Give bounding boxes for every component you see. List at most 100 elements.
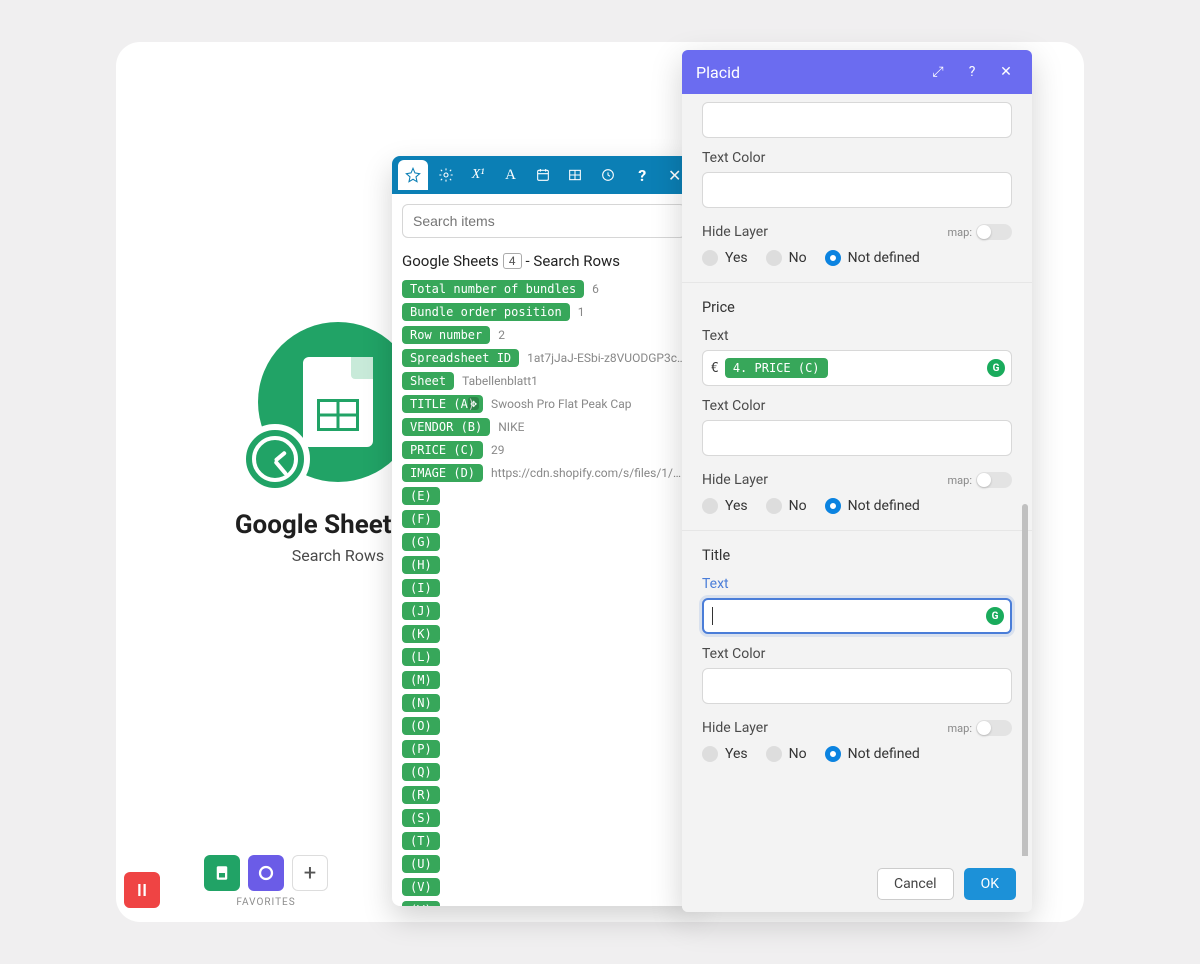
cancel-button[interactable]: Cancel	[877, 868, 954, 900]
variable-pill[interactable]: (I)	[402, 579, 440, 597]
radio-notdef-0[interactable]: Not defined	[825, 250, 920, 266]
label-text-color-title: Text Color	[702, 646, 1012, 662]
top-text-input[interactable]	[702, 102, 1012, 138]
variable-pill[interactable]: (T)	[402, 832, 440, 850]
variable-pill[interactable]: Row number	[402, 326, 490, 344]
picker-row: Bundle order position1	[402, 301, 686, 322]
variable-pill[interactable]: TITLE (A)	[402, 395, 483, 413]
variable-pill[interactable]: VENDOR (B)	[402, 418, 490, 436]
variable-value: 1at7jJaJ-ESbi-z8VUODGP3cWM…	[527, 351, 686, 365]
label-text-color-0: Text Color	[702, 150, 1012, 166]
variable-pill[interactable]: (H)	[402, 556, 440, 574]
radio-no-price[interactable]: No	[766, 498, 807, 514]
group-price: Price	[702, 299, 1012, 316]
label-hide-title: Hide Layer	[702, 720, 768, 736]
picker-tab-functions[interactable]	[593, 160, 623, 190]
expand-icon[interactable]: ⤢	[926, 64, 950, 80]
ok-button[interactable]: OK	[964, 868, 1016, 900]
picker-tab-math[interactable]: X¹	[463, 160, 493, 190]
map-toggle-0[interactable]	[976, 224, 1012, 240]
price-chip[interactable]: 4. PRICE (C)	[725, 358, 828, 378]
radio-notdef-price[interactable]: Not defined	[825, 498, 920, 514]
variable-pill[interactable]: (W)	[402, 901, 440, 907]
bottom-bar: + FAVORITES	[124, 855, 328, 908]
picker-tab-gear[interactable]	[430, 160, 460, 190]
scrollbar[interactable]	[1022, 504, 1028, 856]
picker-help-icon[interactable]: ?	[627, 160, 657, 190]
help-icon[interactable]: ?	[960, 64, 984, 80]
variable-pill[interactable]: (S)	[402, 809, 440, 827]
picker-row: SheetTabellenblatt1	[402, 370, 686, 391]
group-title: Title	[702, 547, 1012, 564]
variable-value: 2	[498, 328, 505, 342]
favorite-placid-icon[interactable]	[248, 855, 284, 891]
price-prefix: €	[711, 361, 719, 376]
map-label-0: map:	[948, 226, 972, 239]
variable-pill[interactable]: (K)	[402, 625, 440, 643]
price-color-input[interactable]	[702, 420, 1012, 456]
variable-pill[interactable]: (F)	[402, 510, 440, 528]
close-icon[interactable]: ✕	[994, 64, 1018, 80]
picker-row: Row number 2	[402, 324, 686, 345]
variable-pill[interactable]: IMAGE (D)	[402, 464, 483, 482]
picker-row: IMAGE (D)https://cdn.shopify.com/s/files…	[402, 462, 686, 483]
picker-tab-text[interactable]: A	[495, 160, 525, 190]
add-favorite-button[interactable]: +	[292, 855, 328, 891]
app-launcher-icon[interactable]	[124, 872, 160, 908]
radio-yes-title[interactable]: Yes	[702, 746, 748, 762]
section-price: Price Text € 4. PRICE (C) G Text Color H…	[682, 282, 1032, 530]
variable-pill[interactable]: (Q)	[402, 763, 440, 781]
map-toggle-title[interactable]	[976, 720, 1012, 736]
variable-pill[interactable]: Sheet	[402, 372, 454, 390]
picker-rows: Total number of bundles6Bundle order pos…	[402, 278, 686, 906]
placid-panel: Placid ⤢ ? ✕ Text Color Hide Layer map: …	[682, 50, 1032, 912]
picker-tab-array[interactable]	[560, 160, 590, 190]
picker-tab-star[interactable]	[398, 160, 428, 190]
top-color-input[interactable]	[702, 172, 1012, 208]
placid-header: Placid ⤢ ? ✕	[682, 50, 1032, 94]
variable-pill[interactable]: (U)	[402, 855, 440, 873]
map-label-title: map:	[948, 722, 972, 735]
picker-tab-date[interactable]	[528, 160, 558, 190]
radio-yes-0[interactable]: Yes	[702, 250, 748, 266]
picker-row: (M)	[402, 669, 686, 690]
variable-pill[interactable]: (P)	[402, 740, 440, 758]
picker-row: (I)	[402, 577, 686, 598]
variable-pill[interactable]: (R)	[402, 786, 440, 804]
picker-row: VENDOR (B)NIKE	[402, 416, 686, 437]
picker-row: (H)	[402, 554, 686, 575]
variable-pill[interactable]: (V)	[402, 878, 440, 896]
radio-no-title[interactable]: No	[766, 746, 807, 762]
title-color-input[interactable]	[702, 668, 1012, 704]
label-text-color-price: Text Color	[702, 398, 1012, 414]
variable-pill[interactable]: (O)	[402, 717, 440, 735]
variable-pill[interactable]: (N)	[402, 694, 440, 712]
section-top: Text Color Hide Layer map: Yes No Not de…	[682, 94, 1032, 282]
placid-title: Placid	[696, 63, 916, 82]
hide-radios-price: Yes No Not defined	[702, 498, 1012, 514]
variable-pill[interactable]: Total number of bundles	[402, 280, 584, 298]
title-text-input[interactable]: G	[702, 598, 1012, 634]
variable-pill[interactable]: Spreadsheet ID	[402, 349, 519, 367]
hide-radios-0: Yes No Not defined	[702, 250, 1012, 266]
placid-body[interactable]: Text Color Hide Layer map: Yes No Not de…	[682, 94, 1032, 856]
favorite-sheets-icon[interactable]	[204, 855, 240, 891]
text-cursor	[712, 607, 713, 625]
search-input[interactable]	[402, 204, 686, 238]
picker-row: (Q)	[402, 761, 686, 782]
variable-pill[interactable]: (G)	[402, 533, 440, 551]
radio-no-0[interactable]: No	[766, 250, 807, 266]
variable-pill[interactable]: (E)	[402, 487, 440, 505]
radio-notdef-title[interactable]: Not defined	[825, 746, 920, 762]
variable-pill[interactable]: (L)	[402, 648, 440, 666]
variable-pill[interactable]: (M)	[402, 671, 440, 689]
variable-pill[interactable]: (J)	[402, 602, 440, 620]
picker-row: (W)	[402, 899, 686, 906]
price-text-input[interactable]: € 4. PRICE (C) G	[702, 350, 1012, 386]
map-toggle-price[interactable]	[976, 472, 1012, 488]
variable-pill[interactable]: PRICE (C)	[402, 441, 483, 459]
picker-row: (V)	[402, 876, 686, 897]
radio-yes-price[interactable]: Yes	[702, 498, 748, 514]
picker-row: (F)	[402, 508, 686, 529]
variable-pill[interactable]: Bundle order position	[402, 303, 570, 321]
